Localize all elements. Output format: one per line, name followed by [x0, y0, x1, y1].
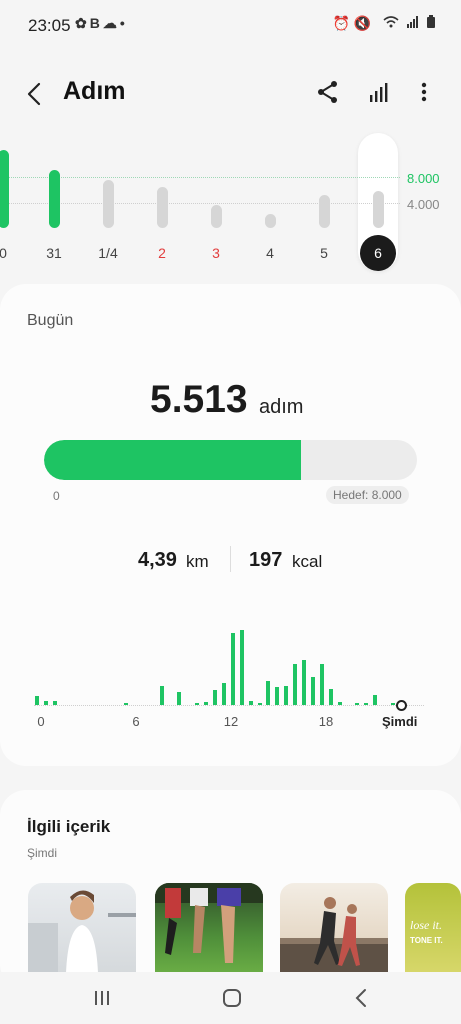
content-thumbnail-gym[interactable] [28, 883, 136, 973]
week-bar-6[interactable] [318, 195, 330, 228]
home-button[interactable] [218, 984, 246, 1012]
stat-divider [230, 546, 231, 572]
calories-value: 197 [249, 549, 283, 571]
goal-line-high [0, 177, 400, 178]
distance-unit: km [186, 552, 209, 571]
weekly-steps-chart[interactable]: 8.000 4.000 0 31 1/4 2 3 4 5 6 [0, 0, 461, 284]
hourly-bar-16 [177, 691, 182, 705]
hourly-bar-29 [293, 663, 298, 705]
hourly-bar-38 [373, 694, 378, 705]
thumb-text-tone-it: TONE IT. [410, 936, 443, 945]
hourly-bar-33 [328, 688, 333, 705]
week-bar-7[interactable] [372, 190, 384, 228]
recents-button[interactable] [88, 986, 116, 1010]
steps-progress-fill [44, 440, 301, 480]
steps-value: 5.513 [150, 378, 248, 421]
week-bar-3[interactable] [156, 187, 168, 228]
goal-label-low: 4.000 [407, 197, 440, 212]
week-day-label-5[interactable]: 4 [250, 245, 290, 261]
goal-label-high: 8.000 [407, 171, 440, 186]
week-bar-4[interactable] [210, 204, 222, 228]
hour-label-12: 12 [223, 714, 239, 729]
hourly-bar-32 [319, 663, 324, 705]
related-subtitle: Şimdi [27, 846, 58, 860]
week-day-label-0[interactable]: 0 [0, 245, 23, 261]
week-day-label-4[interactable]: 3 [196, 245, 236, 261]
hourly-bar-28 [284, 686, 289, 705]
content-thumbnail-runners[interactable] [155, 883, 263, 973]
related-title: İlgili içerik [27, 817, 111, 836]
hourly-bar-14 [159, 685, 164, 705]
hourly-steps-chart[interactable]: 0 6 12 18 Şimdi [0, 600, 461, 740]
hourly-bar-22 [230, 633, 235, 705]
today-label: Bugün [27, 312, 74, 329]
calories-unit: kcal [292, 552, 323, 571]
week-bar-5[interactable] [264, 213, 276, 228]
now-label: Şimdi [382, 714, 418, 729]
nav-back-button[interactable] [348, 984, 376, 1012]
content-thumbnail-lose-it[interactable]: lose it. TONE IT. [405, 883, 461, 973]
hour-label-6: 6 [132, 714, 140, 729]
week-day-label-7[interactable]: 6 [360, 235, 396, 271]
week-bar-1[interactable] [48, 169, 60, 228]
week-day-label-1[interactable]: 31 [34, 245, 74, 261]
week-day-label-3[interactable]: 2 [142, 245, 182, 261]
hourly-bar-31 [310, 676, 315, 705]
week-bar-2[interactable] [102, 179, 114, 228]
goal-line-low [0, 203, 400, 204]
hourly-bar-23 [239, 630, 244, 705]
thumb-text-lose-it: lose it. [410, 918, 442, 932]
hourly-bar-20 [213, 690, 217, 705]
hour-label-18: 18 [318, 714, 334, 729]
content-thumbnail-couple-running[interactable] [280, 883, 388, 973]
hour-label-0: 0 [37, 714, 45, 729]
now-marker [396, 700, 407, 711]
hourly-bar-26 [266, 681, 271, 705]
nav-back-icon [355, 989, 366, 1007]
hourly-bar-0 [35, 696, 39, 705]
recents-icon [95, 991, 109, 1005]
hourly-bar-30 [302, 660, 306, 705]
hourly-baseline [34, 705, 424, 706]
distance-value: 4,39 [138, 549, 177, 571]
week-bar-0[interactable] [0, 150, 9, 228]
hourly-bar-21 [221, 682, 226, 705]
goal-chip[interactable]: Hedef: 8.000 [326, 486, 409, 504]
home-icon [223, 989, 241, 1007]
week-day-label-6[interactable]: 5 [304, 245, 344, 261]
steps-unit: adım [259, 396, 304, 418]
steps-progress-bar [44, 440, 417, 480]
progress-min-label: 0 [53, 489, 60, 503]
hourly-bar-27 [275, 687, 280, 705]
week-day-label-2[interactable]: 1/4 [88, 245, 128, 261]
system-nav-bar [0, 972, 461, 1024]
